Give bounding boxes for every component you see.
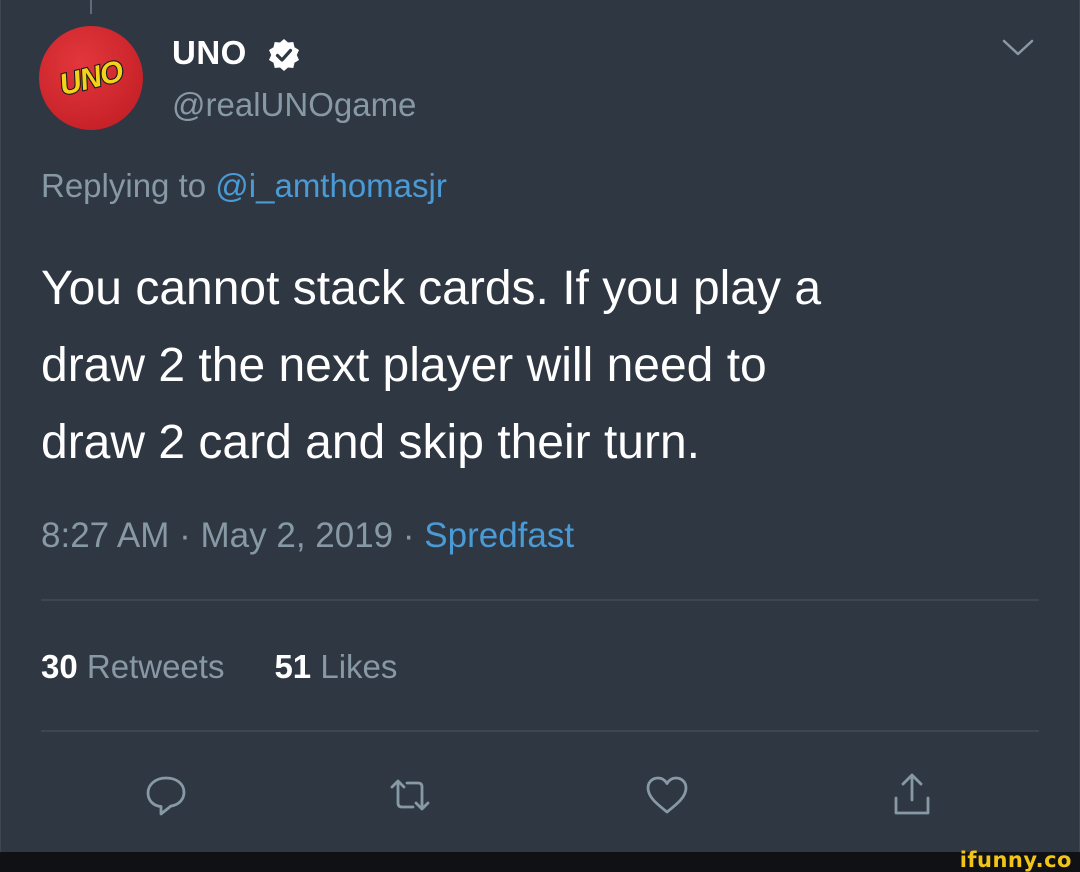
likes-label: Likes xyxy=(320,648,398,685)
replying-prefix: Replying to xyxy=(41,167,207,204)
likes-count: 51 xyxy=(274,648,312,685)
avatar[interactable]: UNO xyxy=(39,26,143,130)
tweet-text: You cannot stack cards. If you play a dr… xyxy=(41,250,1041,481)
uno-logo-icon: UNO xyxy=(55,54,128,104)
tweet-date: May 2, 2019 xyxy=(200,516,394,555)
retweets-count: 30 xyxy=(41,648,78,685)
meta-separator: · xyxy=(169,516,201,555)
display-name[interactable]: UNO xyxy=(172,34,247,72)
tweet-card: UNO UNO @realUNOgame Replying to @i_amth… xyxy=(0,0,1080,852)
like-icon[interactable] xyxy=(642,770,692,820)
divider xyxy=(41,730,1039,732)
thread-line xyxy=(90,0,92,14)
tweet-line: draw 2 the next player will need to xyxy=(41,339,767,392)
tweet-time: 8:27 AM xyxy=(41,516,170,555)
likes-stat[interactable]: 51 Likes xyxy=(274,648,397,685)
retweet-icon[interactable] xyxy=(385,770,435,820)
reply-icon[interactable] xyxy=(141,770,191,820)
meta-separator: · xyxy=(393,516,425,555)
avatar-logo-text: UNO xyxy=(56,55,126,103)
verified-badge-icon xyxy=(269,39,299,71)
divider xyxy=(41,599,1039,601)
retweets-stat[interactable]: 30 Retweets xyxy=(41,648,224,685)
reply-mention-link[interactable]: @i_amthomasjr xyxy=(215,167,447,204)
tweet-meta: 8:27 AM · May 2, 2019 · Spredfast xyxy=(41,516,574,556)
retweets-label: Retweets xyxy=(86,648,225,685)
watermark-text: ifunny.co xyxy=(959,848,1072,872)
chevron-down-icon[interactable] xyxy=(1001,38,1035,58)
share-icon[interactable] xyxy=(887,770,937,820)
tweet-line: draw 2 card and skip their turn. xyxy=(41,416,700,469)
user-handle[interactable]: @realUNOgame xyxy=(172,86,416,124)
tweet-stats: 30 Retweets 51 Likes xyxy=(41,648,397,686)
tweet-source-link[interactable]: Spredfast xyxy=(424,516,574,555)
footer-bar xyxy=(0,852,1080,872)
replying-to: Replying to @i_amthomasjr xyxy=(41,167,447,205)
tweet-line: You cannot stack cards. If you play a xyxy=(41,262,822,315)
